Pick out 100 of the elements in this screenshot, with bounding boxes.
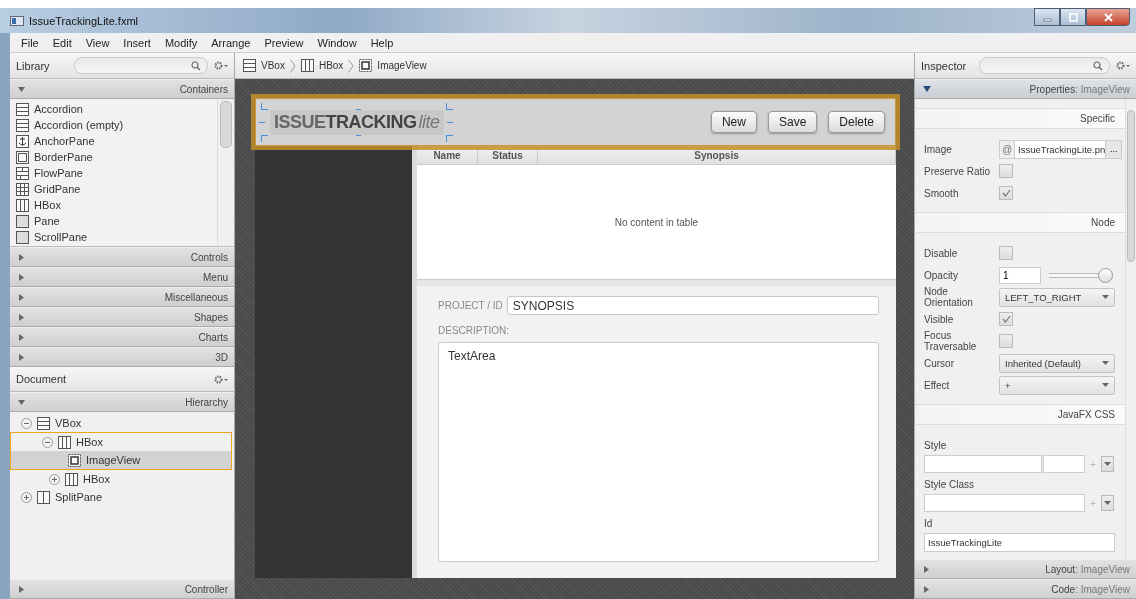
column-header[interactable]: Synopsis bbox=[538, 146, 896, 164]
tree-item[interactable]: VBox bbox=[55, 417, 82, 429]
checkbox[interactable] bbox=[999, 334, 1013, 348]
action-button[interactable]: Delete bbox=[828, 111, 885, 133]
breadcrumb-item[interactable]: HBox bbox=[318, 60, 344, 71]
menu-item[interactable]: Preview bbox=[257, 36, 311, 49]
section-title: Node bbox=[1091, 217, 1115, 228]
style-property-field[interactable] bbox=[924, 455, 1042, 473]
accordion-header[interactable]: Shapes bbox=[10, 307, 234, 327]
section-title: Specific bbox=[1080, 113, 1115, 124]
settings-icon[interactable] bbox=[214, 61, 228, 70]
menu-item[interactable]: View bbox=[78, 36, 117, 49]
accordion-header[interactable]: Charts bbox=[10, 327, 234, 347]
expand-arrow-icon bbox=[18, 353, 25, 361]
accordion-header[interactable]: Hierarchy bbox=[10, 392, 234, 412]
column-header[interactable]: Status bbox=[478, 146, 538, 164]
collapse-icon[interactable] bbox=[42, 436, 53, 448]
menu-item[interactable]: Edit bbox=[45, 36, 79, 49]
tree-item[interactable]: HBox bbox=[83, 473, 110, 485]
checkbox[interactable] bbox=[999, 246, 1013, 260]
menu-item[interactable]: Insert bbox=[116, 36, 158, 49]
image-field[interactable]: IssueTrackingLite.pn bbox=[1014, 140, 1106, 158]
library-item[interactable]: ScrollPane bbox=[34, 231, 88, 243]
expand-arrow-icon bbox=[18, 253, 25, 261]
chevron-icon bbox=[289, 58, 296, 73]
accordion-header[interactable]: Layout: ImageView bbox=[915, 559, 1136, 579]
window-title: IssueTrackingLite.fxml bbox=[29, 14, 139, 27]
accordion-header[interactable]: Code: ImageView bbox=[915, 579, 1136, 599]
accordion-header[interactable]: Controls bbox=[10, 247, 234, 267]
library-item[interactable]: GridPane bbox=[34, 183, 81, 195]
search-field[interactable] bbox=[979, 57, 1110, 74]
scrollbar-thumb[interactable] bbox=[220, 101, 232, 148]
accordion-header[interactable]: Menu bbox=[10, 267, 234, 287]
pane-icon bbox=[16, 214, 29, 228]
collapse-icon[interactable] bbox=[21, 417, 32, 429]
library-item[interactable]: Accordion (empty) bbox=[34, 119, 124, 131]
menu-button[interactable] bbox=[1101, 456, 1114, 472]
action-button[interactable]: New bbox=[710, 111, 757, 133]
tree-item[interactable]: SplitPane bbox=[55, 491, 103, 503]
project-field[interactable]: SYNOPSIS bbox=[506, 296, 879, 315]
browse-button[interactable]: ... bbox=[1105, 140, 1122, 158]
slider-thumb[interactable] bbox=[1098, 267, 1113, 283]
property-label: Id bbox=[924, 518, 934, 529]
dropdown[interactable]: + bbox=[999, 375, 1115, 395]
menu-item[interactable]: File bbox=[14, 36, 46, 49]
accordion-header[interactable]: 3D bbox=[10, 347, 234, 367]
menu-item[interactable]: Arrange bbox=[204, 36, 258, 49]
settings-icon[interactable] bbox=[1116, 61, 1130, 70]
library-item[interactable]: FlowPane bbox=[34, 167, 83, 179]
accordion-header[interactable]: Miscellaneous bbox=[10, 287, 234, 307]
dropdown-arrow-icon bbox=[1102, 383, 1109, 387]
library-item[interactable]: Accordion bbox=[34, 103, 83, 115]
id-field[interactable]: IssueTrackingLite bbox=[924, 533, 1115, 552]
check-icon bbox=[1001, 315, 1011, 323]
chevron-icon bbox=[348, 58, 355, 73]
action-button[interactable]: Save bbox=[767, 111, 818, 133]
property-label: Smooth bbox=[924, 187, 960, 199]
checkbox[interactable] bbox=[999, 312, 1013, 326]
tree-item[interactable]: ImageView bbox=[86, 454, 141, 466]
selection-handles[interactable]: ISSUETRACKINGlite bbox=[259, 102, 453, 142]
menu-item[interactable]: Help bbox=[363, 36, 401, 49]
breadcrumb-item[interactable]: VBox bbox=[261, 60, 285, 71]
library-item[interactable]: AnchorPane bbox=[34, 135, 95, 147]
property-label: Opacity bbox=[924, 269, 959, 281]
panel-title: Document bbox=[16, 373, 68, 385]
dropdown[interactable]: Inherited (Default) bbox=[999, 353, 1115, 373]
library-item[interactable]: HBox bbox=[34, 199, 61, 211]
style-class-field[interactable] bbox=[924, 494, 1085, 512]
maximize-button[interactable] bbox=[1060, 8, 1086, 26]
expand-icon[interactable] bbox=[49, 473, 60, 485]
scrollbar-thumb[interactable] bbox=[1127, 110, 1135, 262]
description-field[interactable]: TextArea bbox=[438, 342, 879, 562]
breadcrumb-item[interactable]: ImageView bbox=[377, 60, 427, 71]
property-label: Cursor bbox=[924, 357, 955, 369]
hbox-icon bbox=[300, 59, 314, 72]
menu-item[interactable]: Modify bbox=[157, 36, 205, 49]
menu-item[interactable]: Window bbox=[310, 36, 364, 49]
search-field[interactable] bbox=[74, 57, 208, 74]
column-header[interactable]: Name bbox=[417, 146, 478, 164]
logo-image[interactable]: ISSUETRACKINGlite bbox=[270, 109, 444, 135]
checkbox[interactable] bbox=[999, 186, 1013, 200]
close-button[interactable] bbox=[1086, 8, 1130, 26]
library-item[interactable]: BorderPane bbox=[34, 151, 93, 163]
accordion-header[interactable]: Controller bbox=[10, 579, 234, 599]
check-icon bbox=[1001, 189, 1011, 197]
search-icon bbox=[191, 60, 201, 71]
opacity-field[interactable]: 1 bbox=[999, 266, 1041, 284]
menu-button[interactable] bbox=[1101, 495, 1114, 511]
minimize-button[interactable] bbox=[1034, 8, 1060, 26]
dropdown[interactable]: LEFT_TO_RIGHT bbox=[999, 287, 1115, 307]
accordion-header[interactable]: Containers bbox=[10, 79, 234, 99]
settings-icon[interactable] bbox=[214, 374, 228, 384]
library-item[interactable]: Pane bbox=[34, 215, 60, 227]
border-icon bbox=[16, 150, 29, 164]
checkbox[interactable] bbox=[999, 164, 1013, 178]
accordion-header[interactable]: Properties: ImageView bbox=[915, 79, 1136, 99]
expand-icon[interactable] bbox=[21, 491, 32, 503]
style-value-field[interactable] bbox=[1043, 455, 1085, 473]
tree-item[interactable]: HBox bbox=[76, 436, 103, 448]
dropdown-arrow-icon bbox=[1104, 501, 1111, 505]
